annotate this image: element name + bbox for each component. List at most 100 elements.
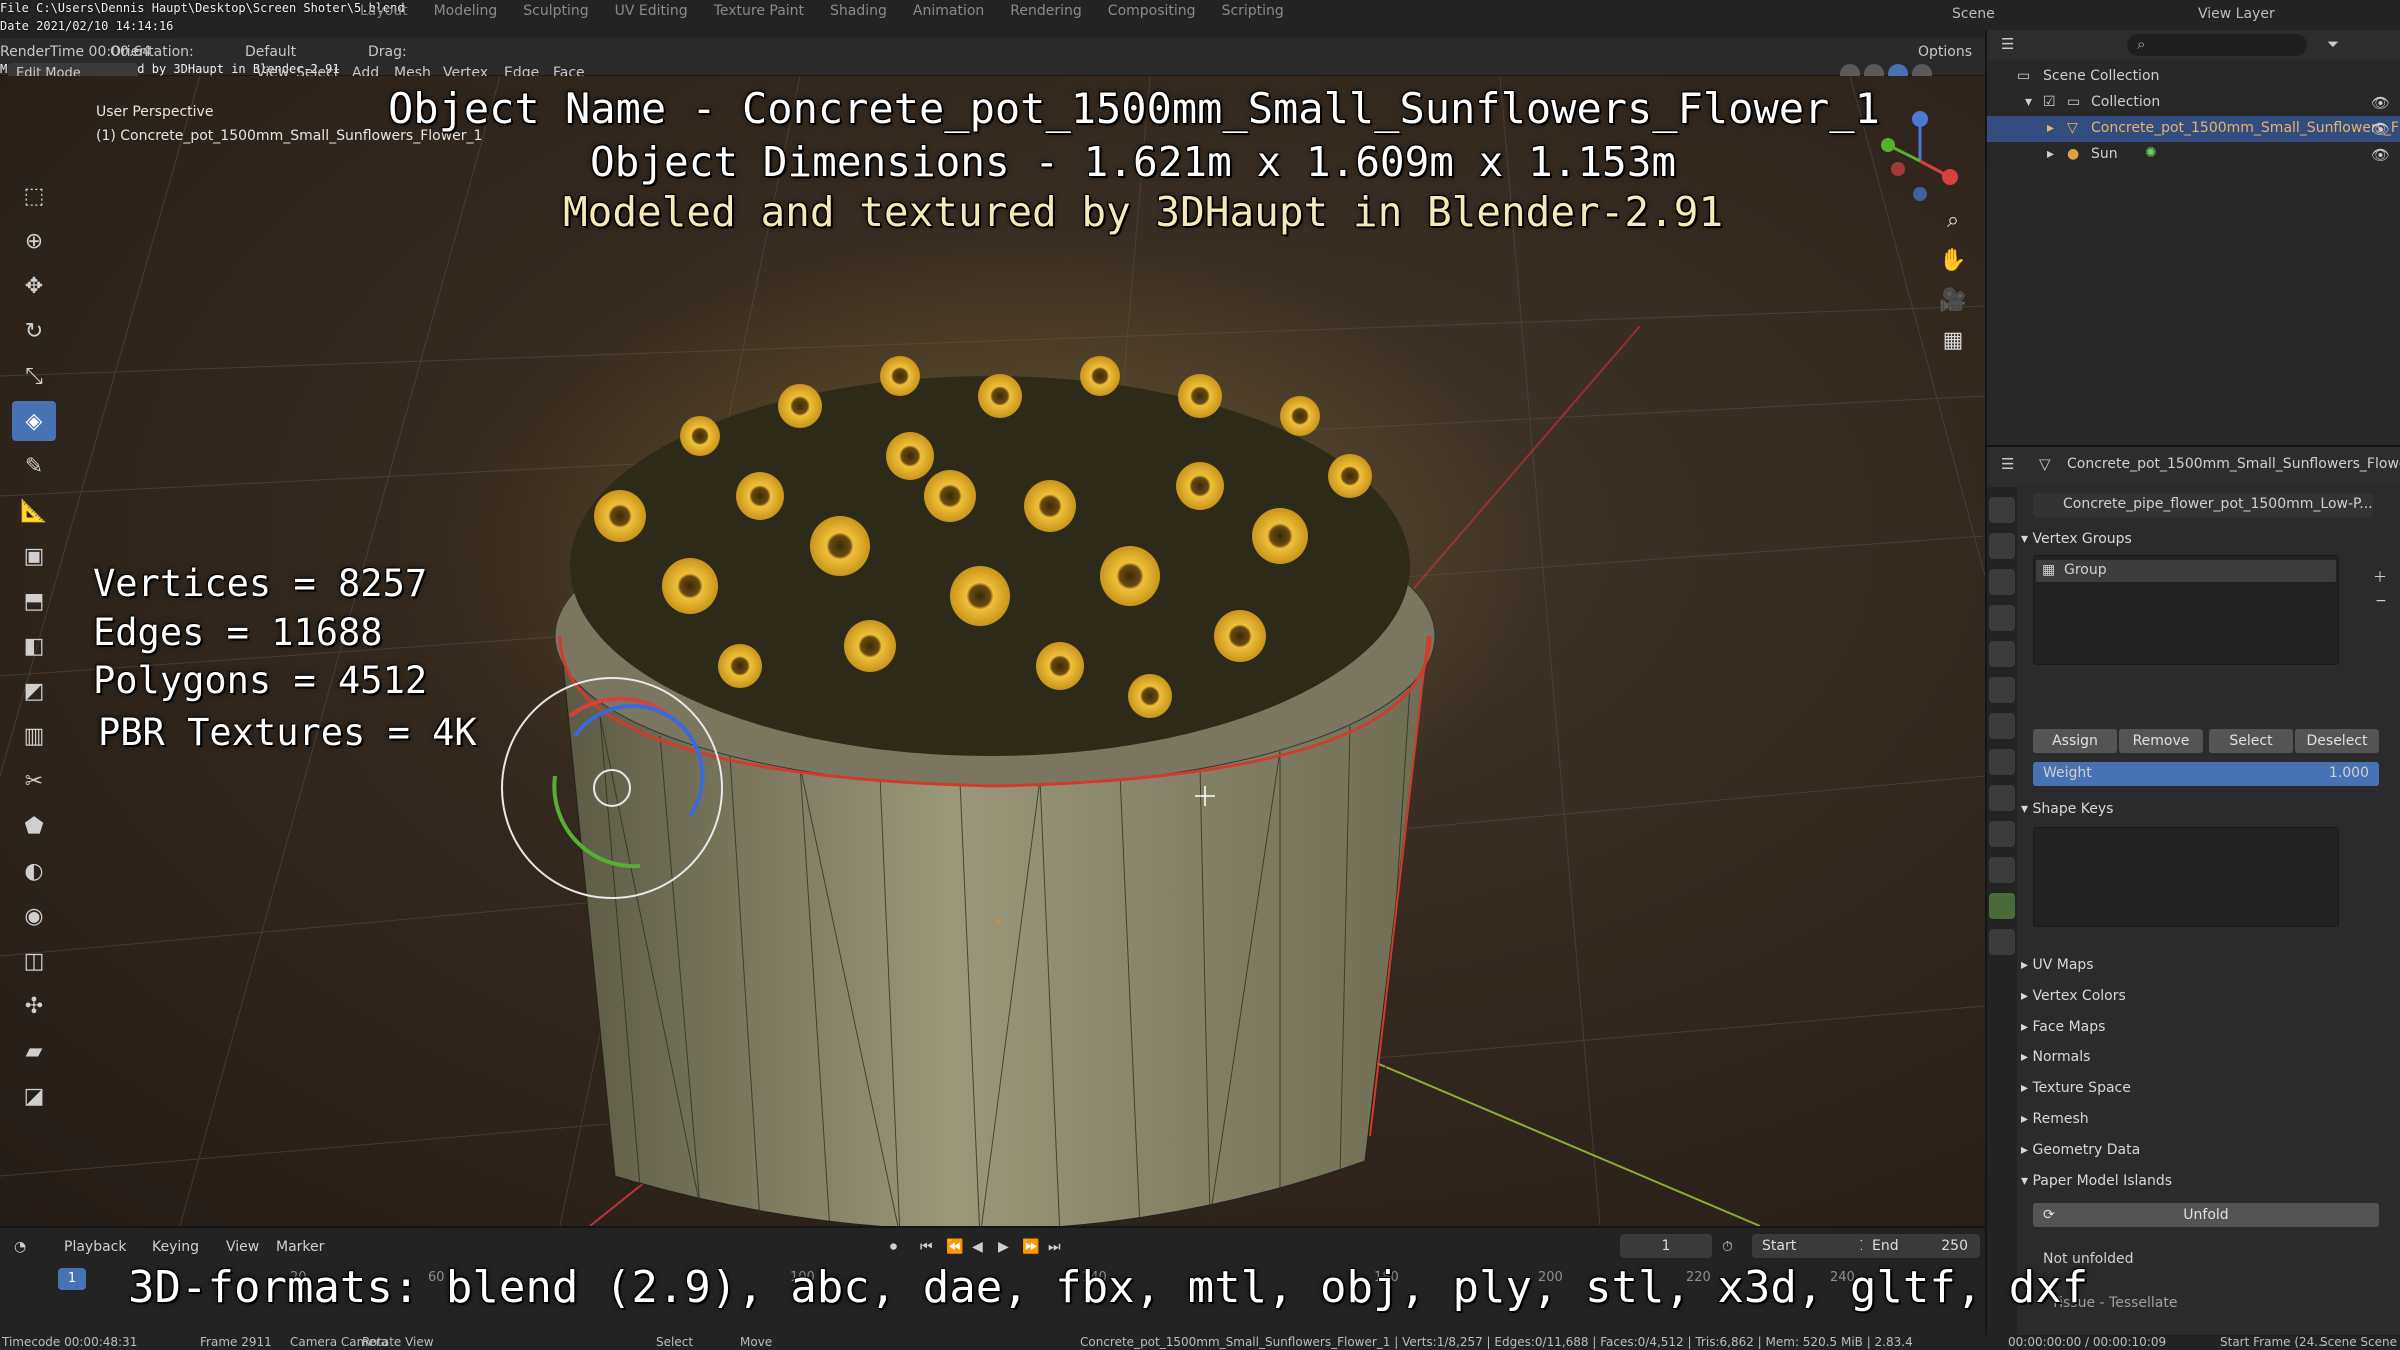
camera-view-icon[interactable]: 🎥 (1938, 288, 1968, 318)
tab-scripting[interactable]: Scripting (1222, 3, 1284, 19)
tab-shading[interactable]: Shading (830, 3, 887, 19)
view-layer-tab-icon[interactable] (1989, 605, 2015, 631)
poly-build-icon[interactable]: ⬟ (12, 806, 56, 846)
tab-compositing[interactable]: Compositing (1108, 3, 1196, 19)
orientation-select[interactable]: Default (245, 44, 296, 60)
outliner-collection[interactable]: ▾ ☑ ▭ Collection 👁 (1987, 90, 2400, 116)
shape-keys-list[interactable] (2033, 827, 2339, 927)
tab-uv-editing[interactable]: UV Editing (615, 3, 688, 19)
deselect-button[interactable]: Deselect (2295, 729, 2379, 753)
clock-icon[interactable]: ⏱ (1722, 1239, 1733, 1255)
expand-chevron-icon[interactable]: ▾ (2025, 94, 2032, 110)
tab-modeling[interactable]: Modeling (434, 3, 498, 19)
vertex-groups-panel-header[interactable]: ▾ Vertex Groups (2021, 531, 2132, 547)
unfold-button[interactable]: ⟳ Unfold (2033, 1203, 2379, 1227)
shrink-fatten-icon[interactable]: ✣ (12, 986, 56, 1026)
add-cube-icon[interactable]: ▣ (12, 536, 56, 576)
play-reverse-icon[interactable]: ◀ (972, 1239, 983, 1255)
filter-icon[interactable]: ⏷ (2327, 35, 2339, 53)
timeline-editor-icon[interactable]: ◔ (14, 1239, 26, 1255)
spin-icon[interactable]: ◐ (12, 851, 56, 891)
data-tab-icon[interactable] (1989, 893, 2015, 919)
menu-view[interactable]: View (226, 1239, 259, 1255)
bevel-icon[interactable]: ◩ (12, 671, 56, 711)
texture-space-panel-header[interactable]: ▸ Texture Space (2021, 1080, 2131, 1096)
vertex-groups-list[interactable]: ▦ Group (2033, 555, 2339, 665)
measure-icon[interactable]: 📐 (12, 491, 56, 531)
select-button[interactable]: Select (2209, 729, 2293, 753)
scene-selector[interactable]: Scene (1952, 6, 1995, 22)
view-layer-selector[interactable]: View Layer (2198, 6, 2275, 22)
3d-viewport[interactable]: User Perspective (1) Concrete_pot_1500mm… (0, 76, 1985, 1226)
next-keyframe-icon[interactable]: ⏩ (1022, 1239, 1039, 1255)
world-tab-icon[interactable] (1989, 677, 2015, 703)
remove-group-icon[interactable]: − (2375, 593, 2387, 609)
face-maps-panel-header[interactable]: ▸ Face Maps (2021, 1019, 2105, 1035)
display-mode-icon[interactable]: ☰ (2001, 35, 2014, 53)
scene-tab-icon[interactable] (1989, 641, 2015, 667)
outliner-search-input[interactable] (2127, 34, 2307, 56)
scale-icon[interactable]: ⤡ (12, 356, 56, 396)
remesh-panel-header[interactable]: ▸ Remesh (2021, 1111, 2089, 1127)
smooth-icon[interactable]: ◉ (12, 896, 56, 936)
visibility-eye-icon[interactable]: 👁 (2371, 94, 2390, 112)
tab-sculpting[interactable]: Sculpting (523, 3, 588, 19)
modifier-tab-icon[interactable] (1989, 749, 2015, 775)
outliner-scene-collection[interactable]: ▭ Scene Collection (1987, 64, 2400, 90)
options-menu[interactable]: Options (1918, 44, 1972, 60)
assign-button[interactable]: Assign (2033, 729, 2117, 753)
remove-button[interactable]: Remove (2119, 729, 2203, 753)
prev-keyframe-icon[interactable]: ⏪ (946, 1239, 963, 1255)
material-tab-icon[interactable] (1989, 929, 2015, 955)
geometry-data-panel-header[interactable]: ▸ Geometry Data (2021, 1142, 2140, 1158)
expand-chevron-icon[interactable]: ▸ (2047, 120, 2054, 136)
tab-texture-paint[interactable]: Texture Paint (714, 3, 804, 19)
knife-icon[interactable]: ✂ (12, 761, 56, 801)
uv-maps-panel-header[interactable]: ▸ UV Maps (2021, 957, 2094, 973)
tab-rendering[interactable]: Rendering (1010, 3, 1082, 19)
physics-tab-icon[interactable] (1989, 821, 2015, 847)
zoom-icon[interactable]: ⌕ (1938, 208, 1968, 238)
menu-keying[interactable]: Keying (152, 1239, 199, 1255)
end-frame-field[interactable]: End 250 (1862, 1234, 1980, 1258)
editor-type-icon[interactable]: ☰ (2001, 455, 2014, 473)
add-group-icon[interactable]: ＋ (2373, 567, 2387, 587)
tool-tab-icon[interactable] (1989, 497, 2015, 523)
start-frame-field[interactable]: Start 1 (1752, 1234, 1880, 1258)
tab-animation[interactable]: Animation (913, 3, 984, 19)
cursor-icon[interactable]: ⊕ (12, 221, 56, 261)
rotate-icon[interactable]: ↻ (12, 311, 56, 351)
current-frame-field[interactable]: 1 (1620, 1234, 1712, 1258)
output-tab-icon[interactable] (1989, 569, 2015, 595)
jump-end-icon[interactable]: ⏭ (1048, 1239, 1061, 1255)
expand-chevron-icon[interactable]: ▸ (2047, 146, 2054, 162)
jump-start-icon[interactable]: ⏮ (920, 1239, 933, 1255)
extrude-icon[interactable]: ⬒ (12, 581, 56, 621)
move-icon[interactable]: ✥ (12, 266, 56, 306)
inset-icon[interactable]: ◧ (12, 626, 56, 666)
loop-cut-icon[interactable]: ▥ (12, 716, 56, 756)
outliner-item-pot[interactable]: ▸ ▽ Concrete_pot_1500mm_Small_Sunflowers… (1987, 116, 2400, 142)
particles-tab-icon[interactable] (1989, 785, 2015, 811)
object-tab-icon[interactable] (1989, 713, 2015, 739)
transform-icon[interactable]: ◈ (12, 401, 56, 441)
select-box-icon[interactable]: ⬚ (12, 176, 56, 216)
rip-icon[interactable]: ◪ (12, 1076, 56, 1116)
ortho-grid-icon[interactable]: ▦ (1938, 328, 1968, 358)
checkbox-icon[interactable]: ☑ (2043, 94, 2056, 110)
visibility-eye-icon[interactable]: 👁 (2371, 146, 2390, 164)
record-icon[interactable]: ⏺ (890, 1239, 897, 1255)
outliner-item-sun[interactable]: ▸ ● Sun ✺ 👁 (1987, 142, 2400, 168)
menu-marker[interactable]: Marker (276, 1239, 324, 1255)
edge-slide-icon[interactable]: ◫ (12, 941, 56, 981)
constraints-tab-icon[interactable] (1989, 857, 2015, 883)
tab-layout[interactable]: Layout (360, 3, 408, 19)
annotate-icon[interactable]: ✎ (12, 446, 56, 486)
shape-keys-panel-header[interactable]: ▾ Shape Keys (2021, 801, 2113, 817)
mesh-name-field[interactable]: Concrete_pipe_flower_pot_1500mm_Low-P... (2033, 493, 2373, 517)
shear-icon[interactable]: ▰ (12, 1031, 56, 1071)
menu-playback[interactable]: Playback (64, 1239, 126, 1255)
normals-panel-header[interactable]: ▸ Normals (2021, 1049, 2090, 1065)
render-tab-icon[interactable] (1989, 533, 2015, 559)
play-icon[interactable]: ▶ (998, 1239, 1009, 1255)
